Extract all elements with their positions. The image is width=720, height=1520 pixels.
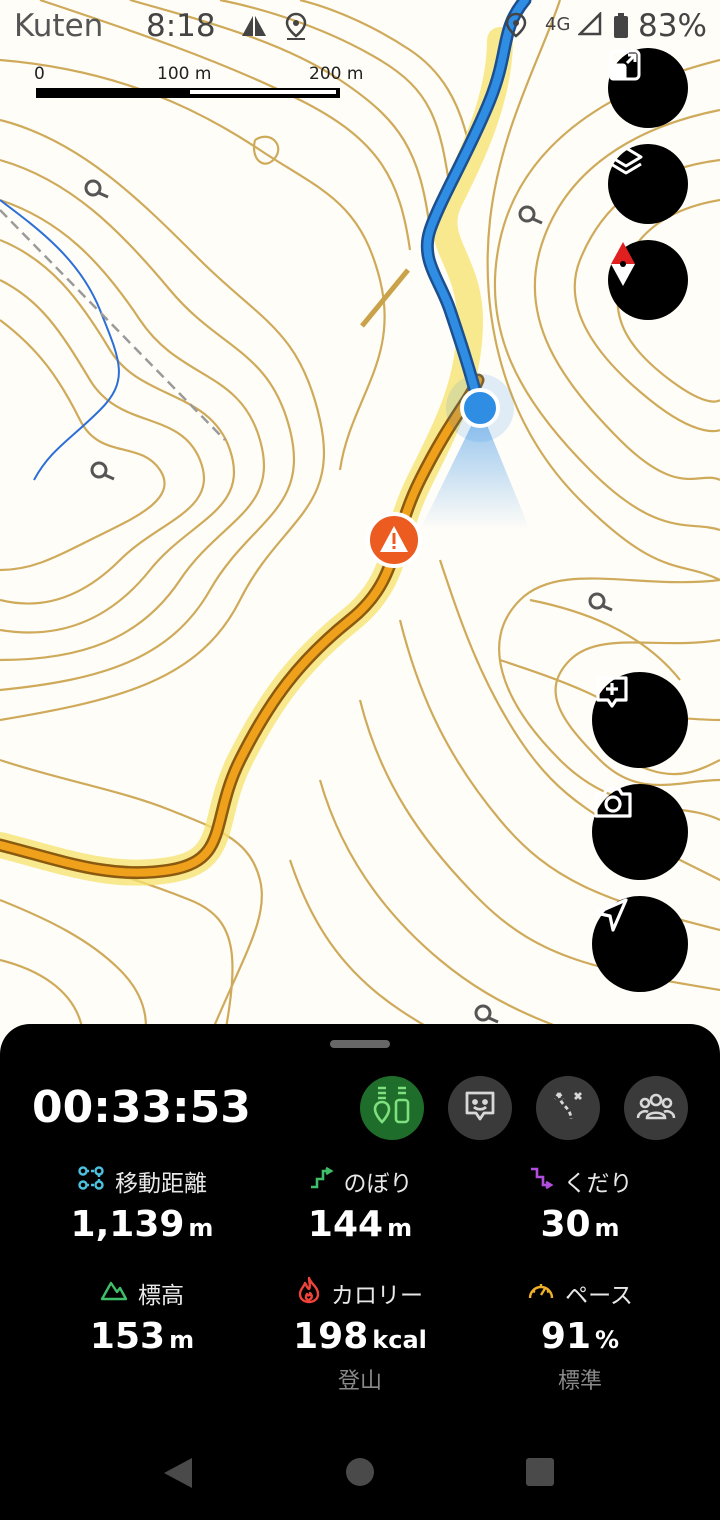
stat-ascent-label: のぼり — [343, 1171, 413, 1197]
camera-button[interactable] — [592, 784, 688, 880]
distance-icon — [77, 1165, 105, 1197]
fit-screen-button[interactable] — [608, 48, 688, 128]
stat-descent: くだり 30 m — [460, 1164, 700, 1245]
route-off-button[interactable] — [536, 1076, 600, 1140]
current-location-dot — [460, 388, 500, 428]
stat-ascent: のぼり 144 m — [240, 1164, 480, 1245]
stat-pace-unit: % — [595, 1326, 620, 1354]
mountain-icon — [100, 1278, 128, 1308]
descent-icon — [528, 1165, 554, 1197]
stat-calories-value: 198 — [293, 1316, 369, 1357]
boundary-line — [0, 209, 226, 441]
speedometer-icon — [527, 1278, 555, 1308]
group-button[interactable] — [624, 1076, 688, 1140]
scale-label-0: 0 — [34, 64, 45, 84]
clock: 8:18 — [146, 8, 216, 44]
map-scale-bar: 0 100 m 200 m — [34, 64, 374, 104]
tracking-icon — [372, 1084, 412, 1132]
scale-bar — [36, 88, 340, 98]
scale-label-200: 200 m — [309, 64, 364, 84]
add-memo-button[interactable] — [592, 672, 688, 768]
stat-calories-label: カロリー — [331, 1283, 423, 1309]
stat-descent-label: くだり — [563, 1171, 633, 1197]
battery-level: 83% — [638, 8, 707, 44]
stat-distance-unit: m — [188, 1214, 214, 1242]
stat-descent-unit: m — [594, 1214, 620, 1242]
stat-calories-activity: 登山 — [337, 1369, 382, 1394]
stat-calories: カロリー 198 kcal 登山 — [240, 1276, 480, 1395]
stat-distance: 移動距離 1,139 m — [22, 1164, 262, 1245]
stat-altitude-label: 標高 — [138, 1283, 184, 1309]
home-icon[interactable] — [345, 1457, 375, 1491]
system-nav-bar — [0, 1440, 720, 1520]
stat-descent-value: 30 — [540, 1204, 591, 1245]
warning-marker-icon[interactable] — [366, 512, 422, 568]
flame-icon — [297, 1276, 321, 1310]
compass-button[interactable] — [608, 240, 688, 320]
network-type: 4G — [545, 14, 571, 35]
stat-pace-label: ペース — [565, 1283, 633, 1309]
sheet-drag-handle[interactable] — [330, 1040, 390, 1048]
stat-altitude: 標高 153 m — [22, 1276, 262, 1357]
elapsed-time: 00:33:53 — [32, 1082, 251, 1133]
stat-altitude-value: 153 — [89, 1316, 166, 1357]
stat-ascent-unit: m — [387, 1214, 413, 1242]
stat-ascent-value: 144 — [307, 1204, 384, 1245]
stat-distance-value: 1,139 — [70, 1204, 185, 1245]
stat-pace: ペース 91% 標準 — [460, 1276, 700, 1395]
layers-button[interactable] — [608, 144, 688, 224]
map-view[interactable]: Kuten 8:18 4G 83% 0 100 m 200 m — [0, 0, 720, 1060]
scale-label-100: 100 m — [157, 64, 212, 84]
face-memo-button[interactable] — [448, 1076, 512, 1140]
face-memo-icon — [463, 1089, 497, 1127]
navigation-button[interactable] — [592, 896, 688, 992]
status-bar: Kuten 8:18 4G 83% — [0, 0, 720, 52]
stat-distance-label: 移動距離 — [115, 1171, 207, 1197]
carrier-label: Kuten — [14, 8, 104, 44]
tracking-button[interactable] — [360, 1076, 424, 1140]
stat-pace-value: 91 — [540, 1316, 592, 1357]
recent-apps-icon[interactable] — [525, 1457, 555, 1491]
route-off-icon — [551, 1089, 585, 1127]
stat-altitude-unit: m — [169, 1326, 195, 1354]
stat-pace-rating: 標準 — [557, 1369, 602, 1394]
group-icon — [636, 1091, 676, 1125]
back-icon[interactable] — [162, 1456, 194, 1494]
stream-line — [0, 199, 120, 481]
stat-calories-unit: kcal — [372, 1326, 427, 1354]
ascent-icon — [308, 1165, 334, 1197]
